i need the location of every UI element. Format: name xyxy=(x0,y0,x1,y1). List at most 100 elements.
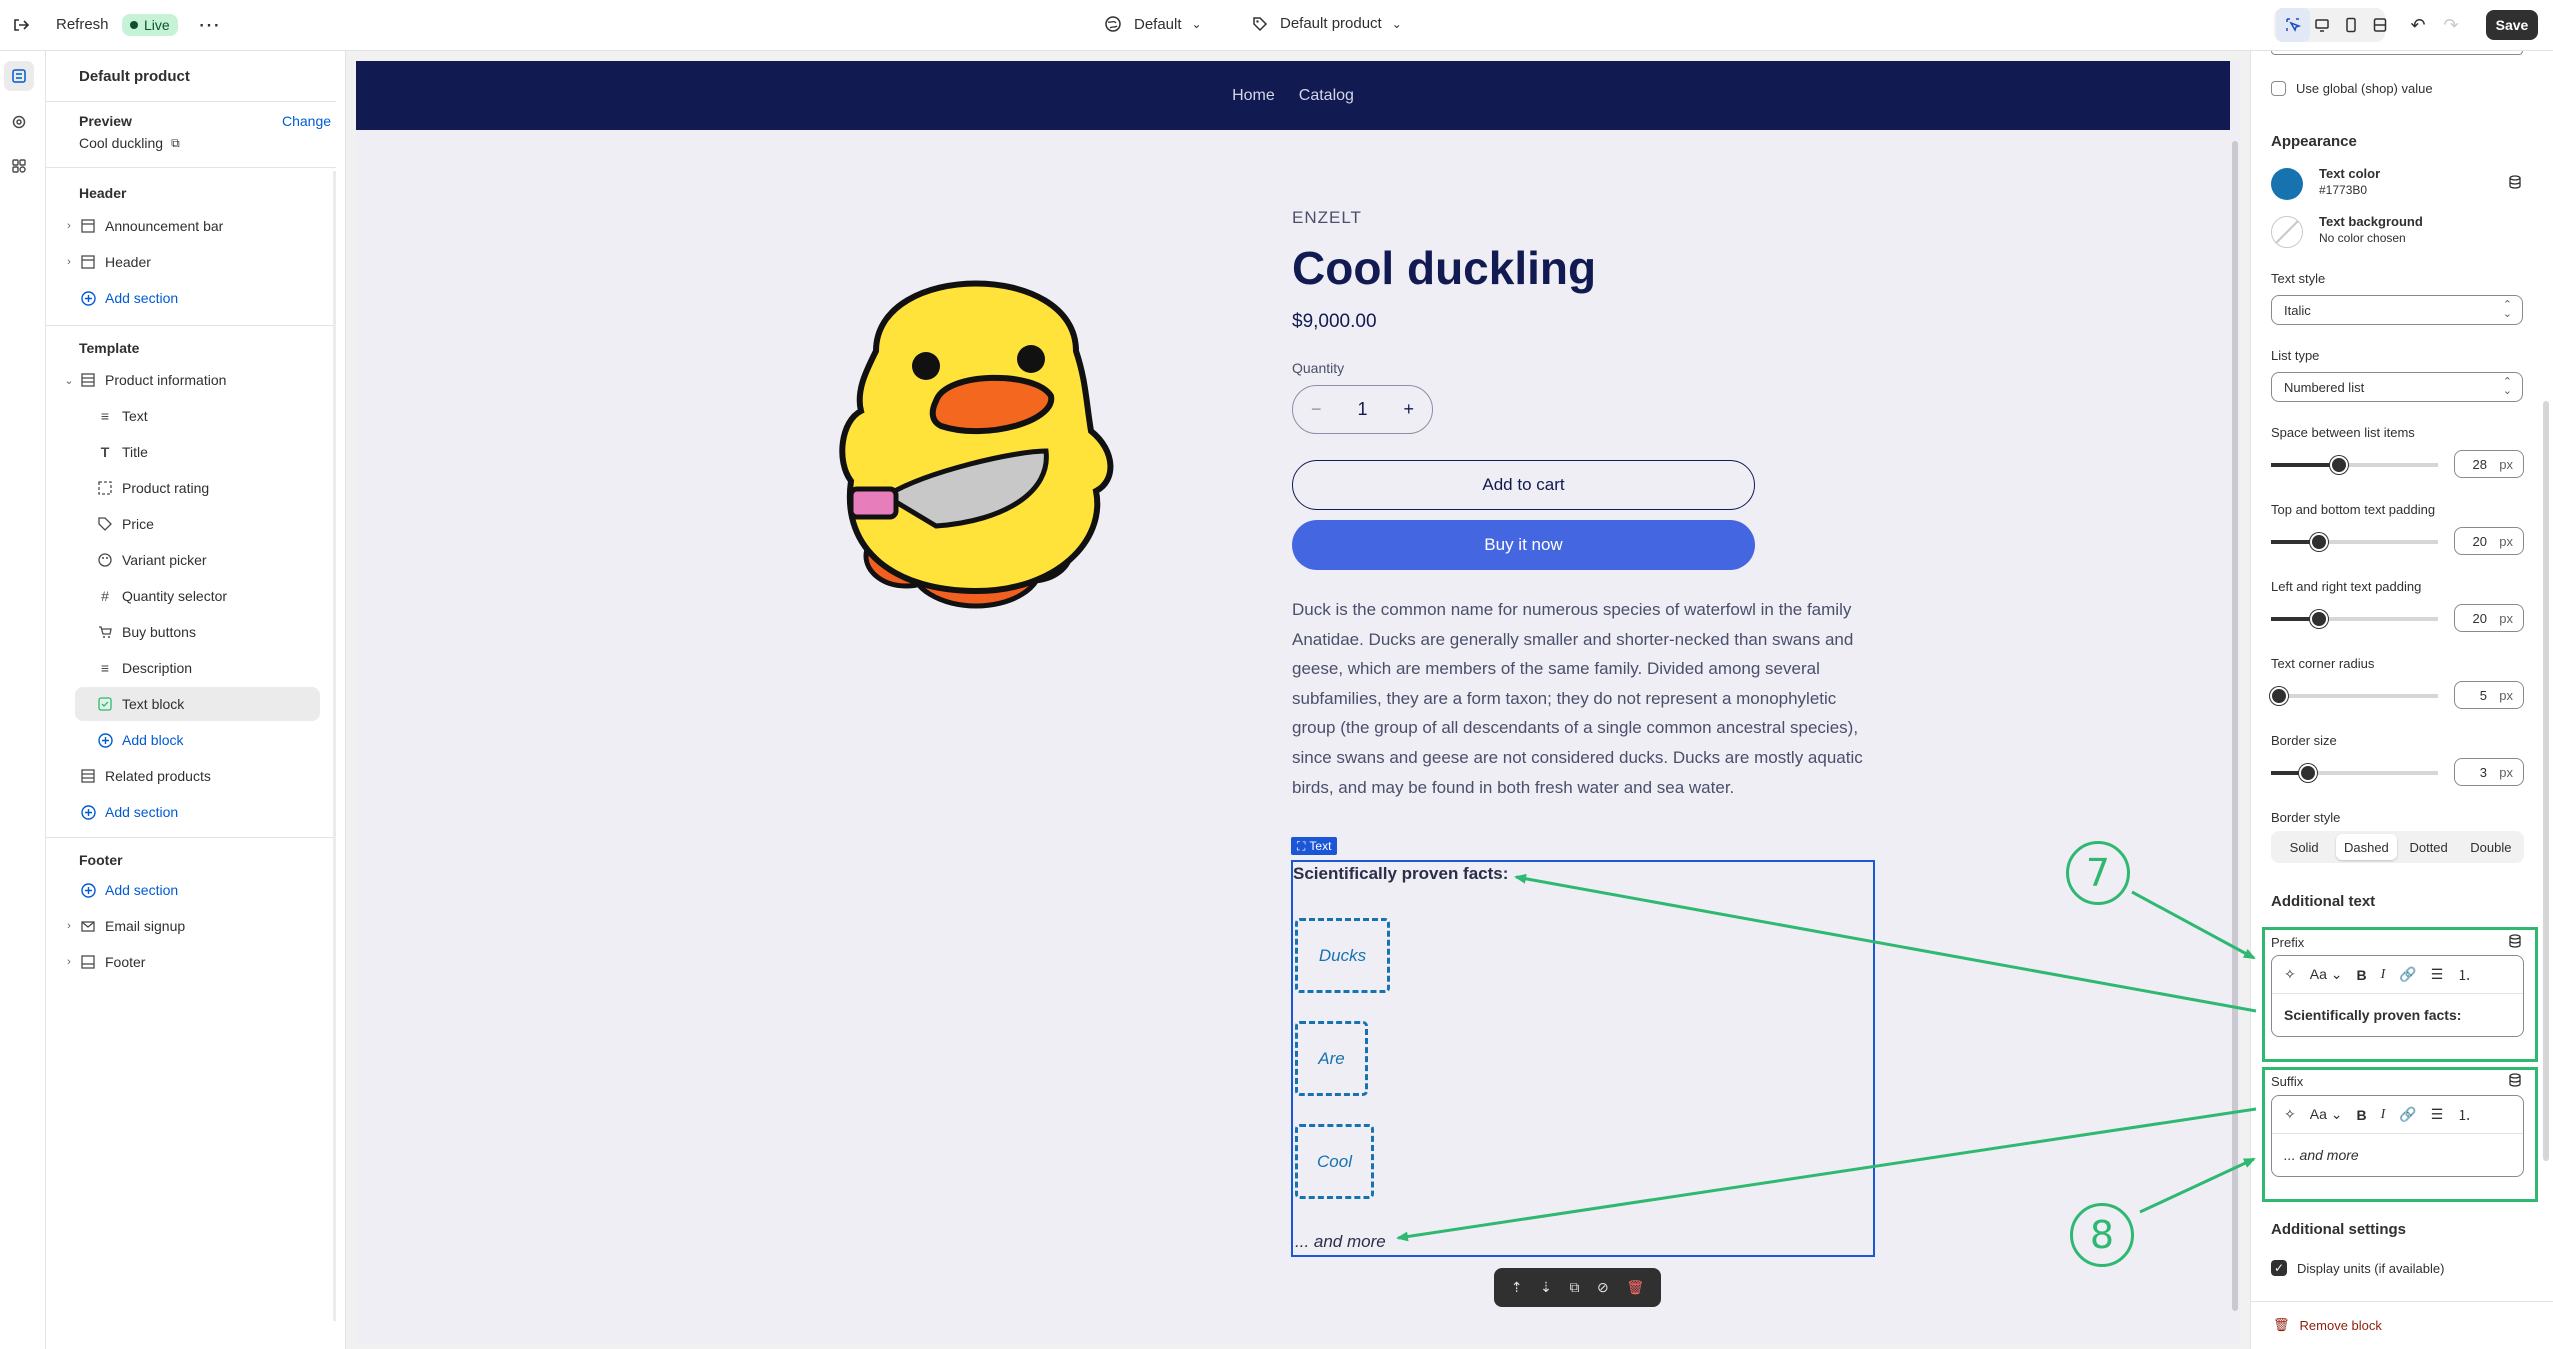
text-color-swatch[interactable] xyxy=(2271,168,2303,200)
list-type-select[interactable]: Numbered list ⌃ ⌄ xyxy=(2271,372,2523,402)
theme-settings-icon[interactable] xyxy=(4,107,34,137)
save-button[interactable]: Save xyxy=(2486,10,2538,40)
quantity-stepper[interactable]: − 1 + xyxy=(1292,385,1433,434)
block-price[interactable]: Price xyxy=(46,507,336,541)
add-to-cart-button[interactable]: Add to cart xyxy=(1292,460,1755,510)
border-style-solid[interactable]: Solid xyxy=(2274,834,2334,860)
checkbox-icon[interactable] xyxy=(2271,81,2286,96)
slider-knob[interactable] xyxy=(2310,533,2329,551)
change-preview-link[interactable]: Change xyxy=(282,113,331,129)
section-announcement-bar[interactable]: › Announcement bar xyxy=(46,209,336,243)
plus-icon[interactable]: + xyxy=(1403,399,1414,420)
plus-circle-icon xyxy=(79,803,97,821)
refresh-button[interactable]: Refresh xyxy=(56,16,109,33)
input-edge xyxy=(2271,51,2523,55)
hide-icon[interactable]: ⊘ xyxy=(1597,1279,1609,1296)
block-title[interactable]: T Title xyxy=(46,435,336,469)
block-variant-picker[interactable]: Variant picker xyxy=(46,543,336,577)
block-text[interactable]: ≡ Text xyxy=(46,399,336,433)
delete-icon[interactable]: 🗑 xyxy=(1626,1279,1644,1296)
theme-selector[interactable]: Default ⌄ xyxy=(1104,15,1202,33)
nav-link-catalog[interactable]: Catalog xyxy=(1299,87,1354,105)
footer-group-label: Footer xyxy=(79,852,123,868)
slider-label: Text corner radius xyxy=(2271,656,2375,671)
slider-knob[interactable] xyxy=(2330,456,2349,474)
section-footer[interactable]: › Footer xyxy=(46,945,336,979)
appearance-heading: Appearance xyxy=(2271,133,2357,150)
redo-icon[interactable]: ↷ xyxy=(2434,8,2468,42)
block-description[interactable]: ≡ Description xyxy=(46,651,336,685)
display-units-checkbox[interactable]: ✓ Display units (if available) xyxy=(2271,1260,2444,1276)
move-down-icon[interactable]: ⇣ xyxy=(1540,1279,1552,1296)
corner-radius-slider[interactable] xyxy=(2270,687,2438,705)
space-between-slider[interactable] xyxy=(2271,456,2438,474)
border-size-input[interactable]: 3 px xyxy=(2454,758,2524,786)
slider-knob[interactable] xyxy=(2310,610,2329,628)
database-icon[interactable] xyxy=(2508,175,2522,192)
hash-icon: # xyxy=(101,588,109,604)
move-up-icon[interactable]: ⇡ xyxy=(1511,1279,1523,1296)
duplicate-icon[interactable]: ⧉ xyxy=(1569,1279,1579,1296)
panel-scrollbar[interactable] xyxy=(333,171,336,1321)
scroll-thumb[interactable] xyxy=(2232,141,2238,1311)
product-title: Cool duckling xyxy=(1292,242,1597,294)
text-background-swatch[interactable] xyxy=(2271,216,2303,248)
border-style-dotted[interactable]: Dotted xyxy=(2399,834,2459,860)
slider-knob[interactable] xyxy=(2298,764,2317,782)
section-header[interactable]: › Header xyxy=(46,245,336,279)
preview-product-name: Cool duckling xyxy=(79,135,164,151)
more-options-icon[interactable]: ⋯ xyxy=(192,8,226,42)
left-rail xyxy=(0,51,46,1349)
slider-value: 3 xyxy=(2479,764,2487,780)
section-email-signup[interactable]: › Email signup xyxy=(46,909,336,943)
text-style-select[interactable]: Italic ⌃ ⌄ xyxy=(2271,295,2523,325)
add-block-label: Add block xyxy=(122,732,184,748)
border-style-dashed[interactable]: Dashed xyxy=(2336,834,2397,860)
section-related-products[interactable]: Related products xyxy=(46,759,336,793)
horizontal-padding-input[interactable]: 20 px xyxy=(2454,604,2524,632)
settings-scrollbar[interactable] xyxy=(2543,401,2549,1161)
remove-block-button[interactable]: 🗑 Remove block xyxy=(2273,1317,2382,1333)
nav-link-home[interactable]: Home xyxy=(1232,87,1275,105)
border-size-slider[interactable] xyxy=(2271,764,2438,782)
globe-icon xyxy=(1105,16,1121,32)
preview-product[interactable]: Cool duckling ⧉ xyxy=(79,135,180,151)
palette-icon xyxy=(96,551,114,569)
slider-unit: px xyxy=(2499,610,2513,626)
minus-icon[interactable]: − xyxy=(1311,399,1322,420)
horizontal-padding-slider[interactable] xyxy=(2271,610,2438,628)
fullscreen-icon[interactable] xyxy=(2363,8,2397,42)
corner-radius-input[interactable]: 5 px xyxy=(2454,681,2524,709)
border-style-double[interactable]: Double xyxy=(2461,834,2521,860)
buy-now-button[interactable]: Buy it now xyxy=(1292,520,1755,570)
slider-knob[interactable] xyxy=(2270,687,2289,705)
use-global-checkbox[interactable]: Use global (shop) value xyxy=(2271,81,2433,96)
slider-label: Space between list items xyxy=(2271,425,2415,440)
block-quantity-selector[interactable]: # Quantity selector xyxy=(46,579,336,613)
block-buy-buttons[interactable]: Buy buttons xyxy=(46,615,336,649)
vertical-padding-slider[interactable] xyxy=(2271,533,2438,551)
slider-label: Top and bottom text padding xyxy=(2271,502,2436,517)
template-group-label: Template xyxy=(79,340,140,356)
preview-canvas: Home Catalog ENZELT Cool duckling $9,000… xyxy=(346,51,2250,1349)
block-text-block[interactable]: Text block xyxy=(75,687,320,721)
template-label: Default product xyxy=(1280,15,1382,32)
vertical-padding-input[interactable]: 20 px xyxy=(2454,527,2524,555)
preview-scrollbar[interactable] xyxy=(2230,61,2240,1345)
template-selector[interactable]: Default product ⌄ xyxy=(1252,15,1402,32)
space-between-input[interactable]: 28 px xyxy=(2454,450,2524,478)
add-section-footer[interactable]: Add section xyxy=(46,873,336,907)
sections-icon[interactable] xyxy=(4,61,34,91)
add-section-template[interactable]: Add section xyxy=(46,795,336,829)
exit-icon[interactable] xyxy=(4,8,38,42)
chevron-right-icon: › xyxy=(67,220,71,232)
add-section-header[interactable]: Add section xyxy=(46,281,336,315)
checkmark-icon[interactable]: ✓ xyxy=(2271,1260,2287,1276)
add-block-button[interactable]: Add block xyxy=(46,723,336,757)
block-product-rating[interactable]: Product rating xyxy=(46,471,336,505)
text-block-tag: ⛶ Text xyxy=(1291,837,1338,855)
text-block[interactable]: Scientifically proven facts: Ducks Are C… xyxy=(1291,860,1875,1257)
apps-icon[interactable] xyxy=(4,151,34,181)
section-product-information[interactable]: ⌄ Product information xyxy=(46,363,336,397)
undo-icon[interactable]: ↶ xyxy=(2401,8,2435,42)
